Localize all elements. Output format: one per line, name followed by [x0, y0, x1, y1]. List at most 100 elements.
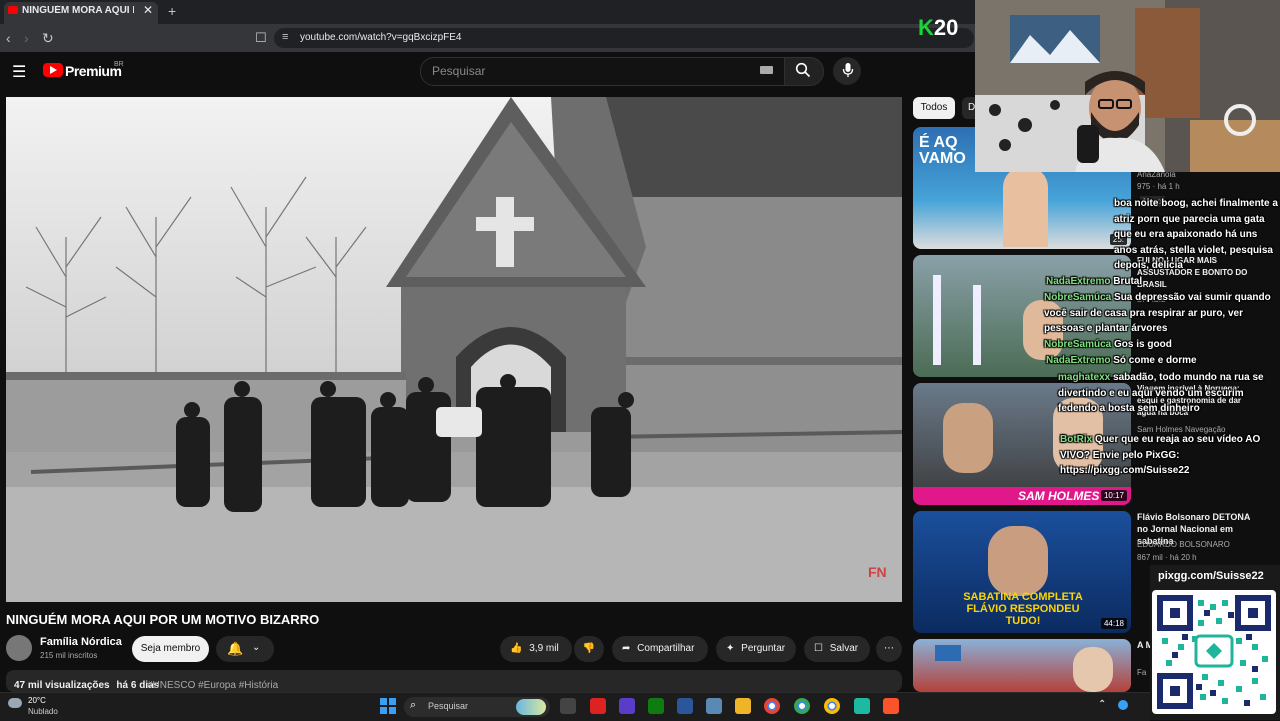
hashtags[interactable]: #UNESCO #Europa #História [147, 680, 278, 691]
app-icon[interactable] [590, 698, 606, 714]
thumbnail-person [943, 403, 993, 473]
recommended-thumbnail[interactable]: SABATINA COMPLETA FLÁVIO RESPONDEU TUDO!… [913, 511, 1131, 633]
chrome-icon[interactable] [764, 698, 780, 714]
sweden-flag-icon [935, 645, 961, 661]
country-code: BR [114, 61, 124, 68]
app-icon[interactable] [677, 698, 693, 714]
save-label: Salvar [829, 643, 859, 654]
chat-message: maghatexx sabadão, todo mundo na rua se … [1058, 370, 1280, 417]
weather-temperature[interactable]: 20°C [28, 696, 46, 705]
app-icon[interactable] [706, 698, 722, 714]
cloud-icon [8, 698, 22, 708]
share-icon: ➦ [622, 643, 631, 654]
video-frame: FN [6, 97, 902, 602]
hamburger-menu-icon[interactable]: ☰ [12, 62, 26, 82]
join-button[interactable]: Seja membro [132, 636, 209, 662]
notification-button[interactable]: 🔔 ⌄ [216, 636, 274, 662]
app-icon[interactable] [619, 698, 635, 714]
chat-text: Brutal [1113, 276, 1143, 287]
ask-label: Perguntar [741, 643, 786, 654]
thumbnail-text: SABATINA COMPLETA FLÁVIO RESPONDEU TUDO! [963, 591, 1083, 627]
url-text[interactable]: youtube.com/watch?v=gqBxcizpFE4 [300, 32, 461, 43]
bell-icon: 🔔 [227, 641, 244, 656]
reload-icon[interactable]: ↻ [42, 30, 54, 47]
sparkle-icon: ✦ [726, 643, 735, 654]
dislike-button[interactable]: 👎 [574, 636, 604, 662]
thumbnail-person [988, 526, 1048, 596]
thumbnail-text: É AQ VAMO [919, 134, 966, 167]
chrome-icon[interactable] [824, 698, 840, 714]
site-info-icon[interactable]: ≡ [282, 31, 288, 43]
waterfall [933, 275, 941, 365]
new-tab-icon[interactable]: + [168, 3, 176, 19]
more-icon: ⋯ [884, 643, 894, 654]
app-icon[interactable] [854, 698, 870, 714]
youtube-brand[interactable]: Premium [65, 63, 122, 79]
ask-button[interactable]: ✦ Perguntar [716, 636, 796, 662]
weather-description[interactable]: Nublado [28, 707, 58, 716]
channel-avatar[interactable] [6, 635, 32, 661]
video-player[interactable]: FN [6, 97, 902, 602]
cloud-sync-icon[interactable] [1118, 700, 1128, 710]
taskbar-search-icon: ⌕ [410, 699, 417, 711]
view-count: 47 mil visualizações [14, 680, 110, 691]
chat-text: Só come e dorme [1113, 355, 1197, 366]
chat-username: NadaExtremo [1046, 276, 1111, 287]
more-actions-button[interactable]: ⋯ [876, 636, 902, 662]
recommended-thumbnail[interactable] [913, 639, 1131, 692]
recommended-meta: 975 · há 1 h [1137, 182, 1180, 191]
microphone-icon [842, 63, 854, 77]
brave-icon[interactable] [883, 698, 899, 714]
chat-username: NadaExtremo [1046, 355, 1111, 366]
chevron-up-icon[interactable]: ⌃ [1098, 699, 1106, 710]
chip-all[interactable]: Todos [913, 97, 955, 119]
bookmark-icon[interactable]: ☐ [255, 30, 267, 46]
thumbnail-person [1003, 167, 1048, 247]
pix-url: pixgg.com/Suisse22 [1158, 570, 1264, 582]
chat-message: NadaExtremo Só come e dorme [1046, 353, 1280, 369]
chat-message: boa noite boog, achei finalmente a atriz… [1114, 196, 1280, 274]
file-explorer-icon[interactable] [735, 698, 751, 714]
task-view-icon[interactable] [560, 698, 576, 714]
svg-text:FN: FN [868, 564, 887, 580]
forward-icon[interactable]: › [24, 30, 29, 46]
chat-message: NadaExtremo Brutal [1046, 274, 1280, 290]
keyboard-icon[interactable] [760, 66, 773, 74]
chat-text: Gos is good [1114, 339, 1172, 350]
share-button[interactable]: ➦ Compartilhar [612, 636, 708, 662]
qr-code-icon [1157, 595, 1271, 709]
back-icon[interactable]: ‹ [6, 30, 11, 46]
video-duration: 44:18 [1100, 618, 1127, 629]
k20-logo: K20 [918, 15, 958, 41]
thumbs-down-icon: 👎 [582, 643, 596, 654]
tab-title: NINGUÉM MORA AQUI POR UM MOTIVO BIZARRO [22, 5, 134, 16]
like-button[interactable]: 👍 3,9 mil [500, 636, 572, 662]
xbox-icon[interactable] [648, 698, 664, 714]
search-placeholder: Pesquisar [432, 64, 486, 78]
youtube-favicon-icon [8, 6, 18, 14]
share-label: Compartilhar [637, 643, 695, 654]
chrome-icon[interactable] [794, 698, 810, 714]
search-highlight-icon [516, 699, 546, 715]
save-button[interactable]: ☐ Salvar [804, 636, 870, 662]
thumbs-up-icon: 👍 [510, 643, 523, 654]
chat-username: NobreSamúca [1044, 292, 1112, 303]
waterfall [973, 285, 981, 365]
thumbnail-person [1073, 647, 1113, 692]
windows-start-icon[interactable] [380, 698, 396, 714]
chevron-down-icon: ⌄ [252, 642, 261, 653]
channel-name[interactable]: Família Nórdica [40, 636, 122, 648]
like-count: 3,9 mil [529, 643, 559, 654]
recommended-channel: Fa [1137, 668, 1147, 677]
search-icon [795, 62, 811, 78]
chat-message: NobreSamúca Gos is good [1044, 337, 1280, 353]
thumbnail-text: SAM HOLMES [1018, 489, 1100, 503]
close-tab-icon[interactable]: ✕ [143, 3, 153, 17]
video-title: NINGUÉM MORA AQUI POR UM MOTIVO BIZARRO [6, 612, 320, 627]
chat-message: NobreSamúca Sua depressão vai sumir quan… [1044, 290, 1280, 337]
subscriber-count: 215 mil inscritos [40, 651, 98, 660]
chat-text: boa noite boog, achei finalmente a atriz… [1114, 198, 1278, 271]
chat-username: BotRix [1060, 434, 1093, 445]
recommended-channel: EDUARDO BOLSONARO [1137, 540, 1230, 549]
webcam-scene [975, 0, 1280, 172]
